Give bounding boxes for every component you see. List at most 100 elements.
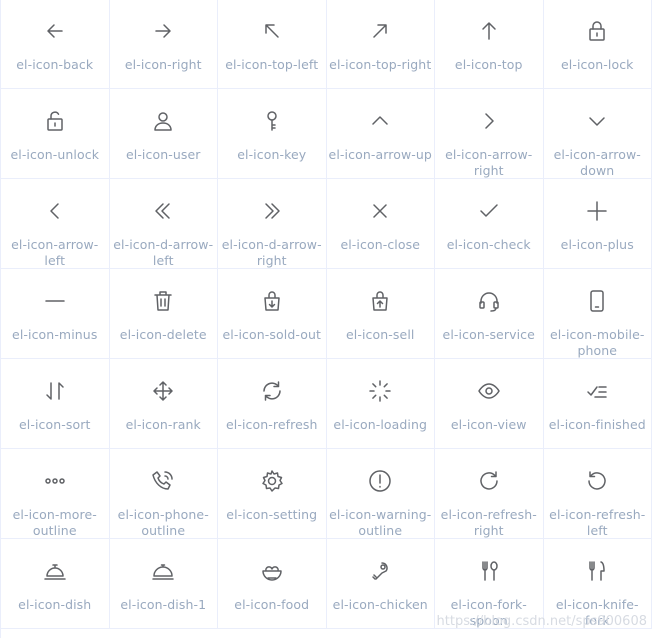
- double-chevron-left-icon: [151, 199, 175, 223]
- icon-cell[interactable]: el-icon-right: [109, 0, 218, 89]
- icon-label: el-icon-sort: [18, 417, 91, 432]
- icon-cell[interactable]: el-icon-setting: [218, 449, 327, 539]
- icon-label: el-icon-lock: [560, 57, 634, 72]
- icon-cell[interactable]: el-icon-arrow-down: [543, 89, 652, 179]
- icon-cell[interactable]: el-icon-user: [109, 89, 218, 179]
- icon-cell[interactable]: el-icon-view: [435, 359, 544, 449]
- icon-cell[interactable]: el-icon-warning-outline: [326, 449, 435, 539]
- icon-cell[interactable]: el-icon-d-arrow-right: [218, 179, 327, 269]
- icon-label: el-icon-setting: [226, 507, 318, 522]
- icon-cell[interactable]: el-icon-dish: [1, 539, 110, 629]
- icon-cell[interactable]: el-icon-sell: [326, 269, 435, 359]
- user-icon: [151, 109, 175, 133]
- icon-cell[interactable]: el-icon-loading: [326, 359, 435, 449]
- lock-icon: [585, 19, 609, 43]
- icon-cell[interactable]: el-icon-back: [1, 0, 110, 89]
- icon-cell[interactable]: el-icon-more-outline: [1, 449, 110, 539]
- icon-cell[interactable]: el-icon-close: [326, 179, 435, 269]
- icon-cell[interactable]: el-icon-arrow-right: [435, 89, 544, 179]
- icon-label: el-icon-key: [237, 147, 307, 162]
- right-arrow-icon: [151, 19, 175, 43]
- watermark-text: https://blog.csdn.net/sps900608: [436, 614, 647, 629]
- icon-label: el-icon-arrow-right: [445, 147, 533, 178]
- loading-spinner-icon: [368, 379, 392, 403]
- icon-label: el-icon-mobile-phone: [549, 327, 645, 358]
- icon-cell[interactable]: el-icon-arrow-left: [1, 179, 110, 269]
- icon-label: el-icon-sold-out: [222, 327, 321, 342]
- more-dots-icon: [43, 469, 67, 493]
- dish-cloche-icon: [43, 559, 67, 583]
- icon-cell[interactable]: el-icon-top: [435, 0, 544, 89]
- icon-cell[interactable]: el-icon-refresh-left: [543, 449, 652, 539]
- move-icon: [151, 379, 175, 403]
- gear-icon: [260, 469, 284, 493]
- icon-cell[interactable]: el-icon-top-right: [326, 0, 435, 89]
- icon-grid: el-icon-back el-icon-right el-icon-top-lef…: [0, 0, 655, 638]
- icon-cell[interactable]: el-icon-rank: [109, 359, 218, 449]
- top-right-arrow-icon: [368, 19, 392, 43]
- icon-cell[interactable]: el-icon-chicken: [326, 539, 435, 629]
- icon-label: el-icon-delete: [119, 327, 207, 342]
- icon-label: el-icon-finished: [548, 417, 646, 432]
- icon-cell[interactable]: el-icon-phone-outline: [109, 449, 218, 539]
- trash-icon: [151, 289, 175, 313]
- icon-cell[interactable]: el-icon-plus: [543, 179, 652, 269]
- dish-cloche-1-icon: [151, 559, 175, 583]
- icon-cell[interactable]: el-icon-refresh: [218, 359, 327, 449]
- icon-label: el-icon-rank: [125, 417, 201, 432]
- icon-cell[interactable]: el-icon-food: [218, 539, 327, 629]
- icon-label: el-icon-check: [446, 237, 531, 252]
- sell-bag-icon: [368, 289, 392, 313]
- sort-icon: [43, 379, 67, 403]
- icon-label: el-icon-dish: [18, 597, 92, 612]
- icon-label: el-icon-loading: [333, 417, 428, 432]
- warning-icon: [368, 469, 392, 493]
- icon-label: el-icon-refresh: [225, 417, 318, 432]
- chevron-left-icon: [43, 199, 67, 223]
- double-chevron-right-icon: [260, 199, 284, 223]
- icon-cell[interactable]: el-icon-minus: [1, 269, 110, 359]
- eye-icon: [477, 379, 501, 403]
- icon-label: el-icon-more-outline: [12, 507, 97, 538]
- minus-icon: [43, 289, 67, 313]
- chevron-down-icon: [585, 109, 609, 133]
- icon-cell[interactable]: el-icon-dish-1: [109, 539, 218, 629]
- icon-cell[interactable]: el-icon-check: [435, 179, 544, 269]
- knife-fork-icon: [585, 559, 609, 583]
- icon-label: el-icon-chicken: [332, 597, 428, 612]
- icon-label: el-icon-top-left: [225, 57, 319, 72]
- icon-cell[interactable]: el-icon-finished: [543, 359, 652, 449]
- icon-cell[interactable]: el-icon-refresh-right: [435, 449, 544, 539]
- chicken-leg-icon: [368, 559, 392, 583]
- mobile-phone-icon: [585, 289, 609, 313]
- finished-list-icon: [585, 379, 609, 403]
- fork-spoon-icon: [477, 559, 501, 583]
- icon-label: el-icon-arrow-down: [553, 147, 641, 178]
- icon-cell[interactable]: el-icon-d-arrow-left: [109, 179, 218, 269]
- icon-label: el-icon-warning-outline: [329, 507, 432, 538]
- icon-cell[interactable]: el-icon-mobile-phone: [543, 269, 652, 359]
- refresh-icon: [260, 379, 284, 403]
- close-icon: [368, 199, 392, 223]
- back-arrow-icon: [43, 19, 67, 43]
- icon-cell[interactable]: el-icon-delete: [109, 269, 218, 359]
- icon-cell[interactable]: el-icon-lock: [543, 0, 652, 89]
- icon-cell[interactable]: el-icon-sold-out: [218, 269, 327, 359]
- check-icon: [477, 199, 501, 223]
- food-bowl-icon: [260, 559, 284, 583]
- icon-label: el-icon-top-right: [329, 57, 432, 72]
- icon-label: el-icon-food: [234, 597, 310, 612]
- icon-cell[interactable]: el-icon-key: [218, 89, 327, 179]
- sold-out-bag-icon: [260, 289, 284, 313]
- icon-cell[interactable]: el-icon-sort: [1, 359, 110, 449]
- icon-label: el-icon-sell: [346, 327, 415, 342]
- icon-label: el-icon-user: [125, 147, 201, 162]
- icon-cell[interactable]: el-icon-top-left: [218, 0, 327, 89]
- chevron-right-icon: [477, 109, 501, 133]
- icon-cell[interactable]: el-icon-arrow-up: [326, 89, 435, 179]
- top-left-arrow-icon: [260, 19, 284, 43]
- icon-label: el-icon-back: [16, 57, 94, 72]
- icon-cell[interactable]: el-icon-unlock: [1, 89, 110, 179]
- icon-label: el-icon-right: [124, 57, 202, 72]
- icon-cell[interactable]: el-icon-service: [435, 269, 544, 359]
